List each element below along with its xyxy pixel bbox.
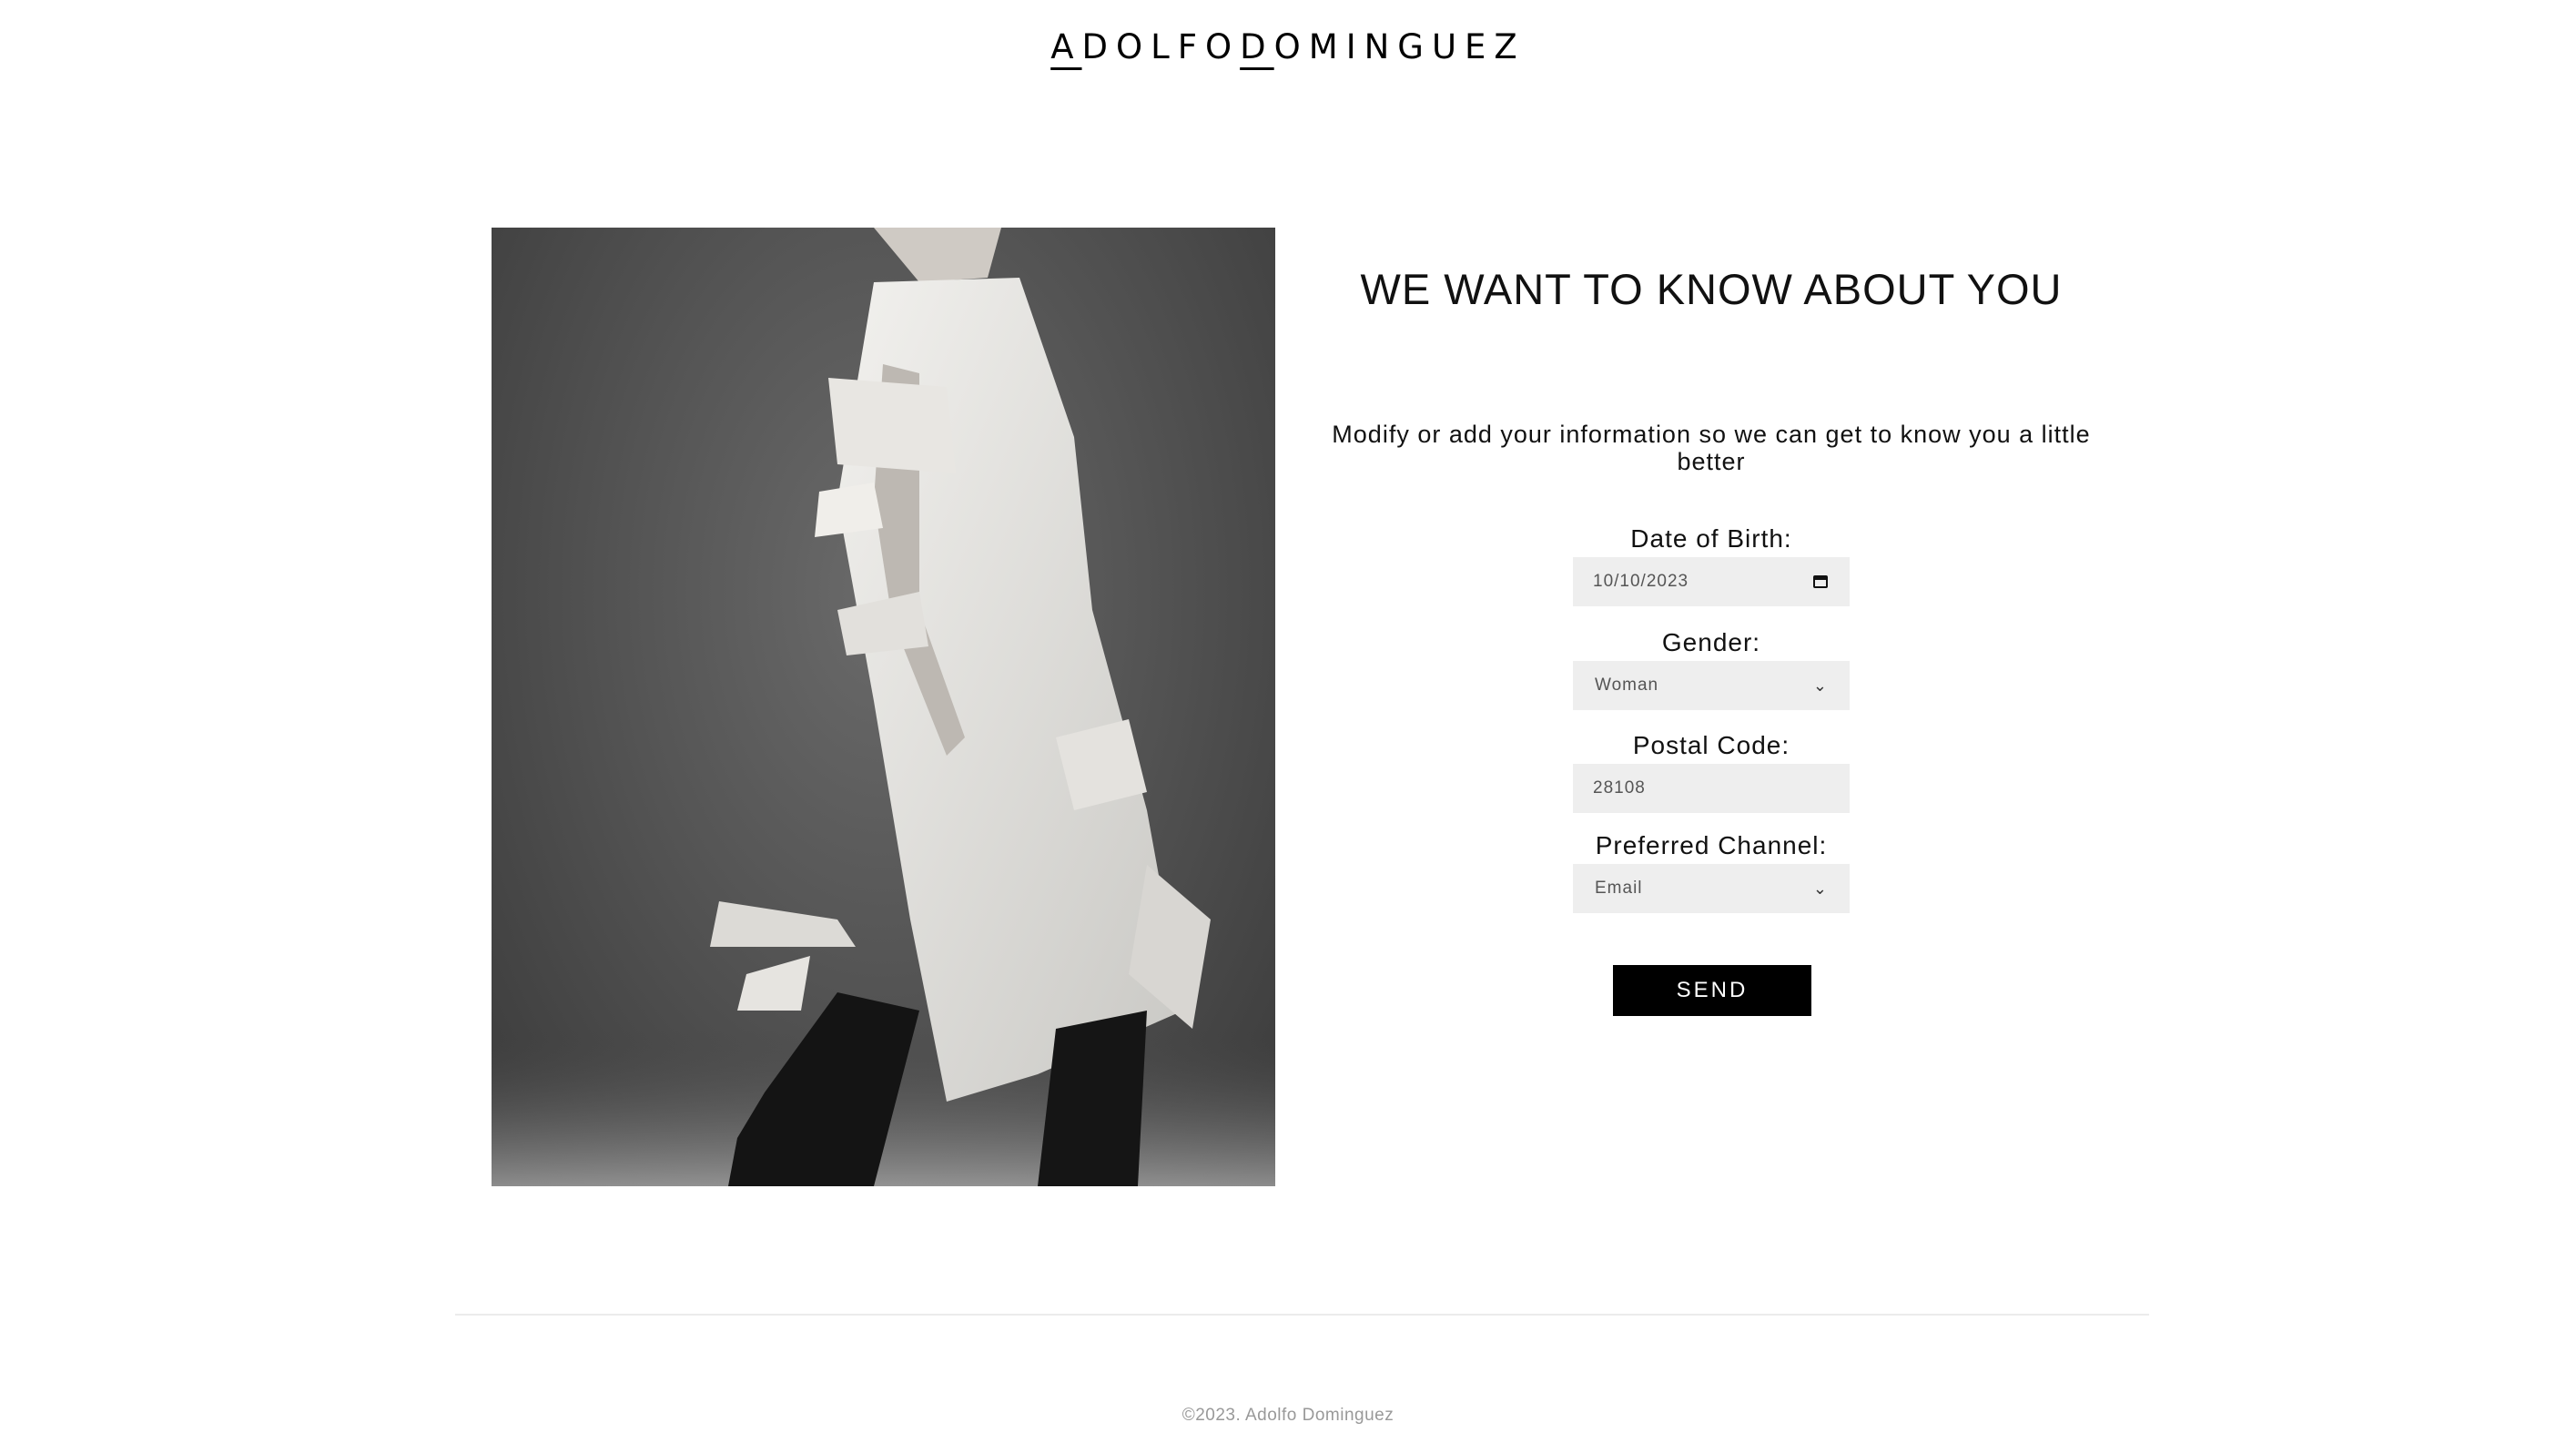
footer-divider bbox=[455, 1314, 2149, 1316]
postal-value: 28108 bbox=[1593, 778, 1646, 798]
channel-value: Email bbox=[1595, 879, 1643, 898]
brand-logo[interactable]: ADOLFODOMINGUEZ bbox=[0, 27, 2576, 66]
gender-label: Gender: bbox=[1661, 628, 1761, 656]
copyright-text: ©2023. Adolfo Dominguez bbox=[1182, 1406, 1394, 1425]
fashion-photo bbox=[492, 228, 1275, 1186]
calendar-icon[interactable] bbox=[1813, 575, 1828, 588]
gender-field: Gender: Woman ⌄ bbox=[1311, 628, 2112, 710]
dob-field: Date of Birth: 10/10/2023 bbox=[1311, 524, 2112, 606]
fashion-photo-illustration bbox=[492, 228, 1275, 1186]
dob-label: Date of Birth: bbox=[1630, 524, 1792, 553]
logo-letter-d: D bbox=[1240, 27, 1274, 66]
logo-text-1: DOLFO bbox=[1081, 27, 1241, 66]
chevron-down-icon: ⌄ bbox=[1812, 879, 1828, 898]
channel-field: Preferred Channel: Email ⌄ bbox=[1311, 831, 2112, 913]
postal-field: Postal Code: 28108 bbox=[1311, 731, 2112, 813]
dob-value: 10/10/2023 bbox=[1593, 572, 1689, 591]
chevron-down-icon: ⌄ bbox=[1812, 676, 1828, 695]
postal-label: Postal Code: bbox=[1632, 731, 1790, 759]
dob-input[interactable]: 10/10/2023 bbox=[1573, 557, 1850, 606]
logo-letter-a: A bbox=[1050, 27, 1082, 66]
form-subtitle: Modify or add your information so we can… bbox=[1332, 421, 2091, 475]
channel-label: Preferred Channel: bbox=[1595, 831, 1828, 859]
gender-select[interactable]: Woman ⌄ bbox=[1573, 661, 1850, 710]
gender-value: Woman bbox=[1595, 676, 1659, 695]
send-button[interactable]: SEND bbox=[1613, 965, 1811, 1016]
channel-select[interactable]: Email ⌄ bbox=[1573, 864, 1850, 913]
form-title: WE WANT TO KNOW ABOUT YOU bbox=[1360, 265, 2063, 313]
logo-text-2: OMINGUEZ bbox=[1273, 27, 1526, 66]
postal-code-input[interactable]: 28108 bbox=[1573, 764, 1850, 813]
